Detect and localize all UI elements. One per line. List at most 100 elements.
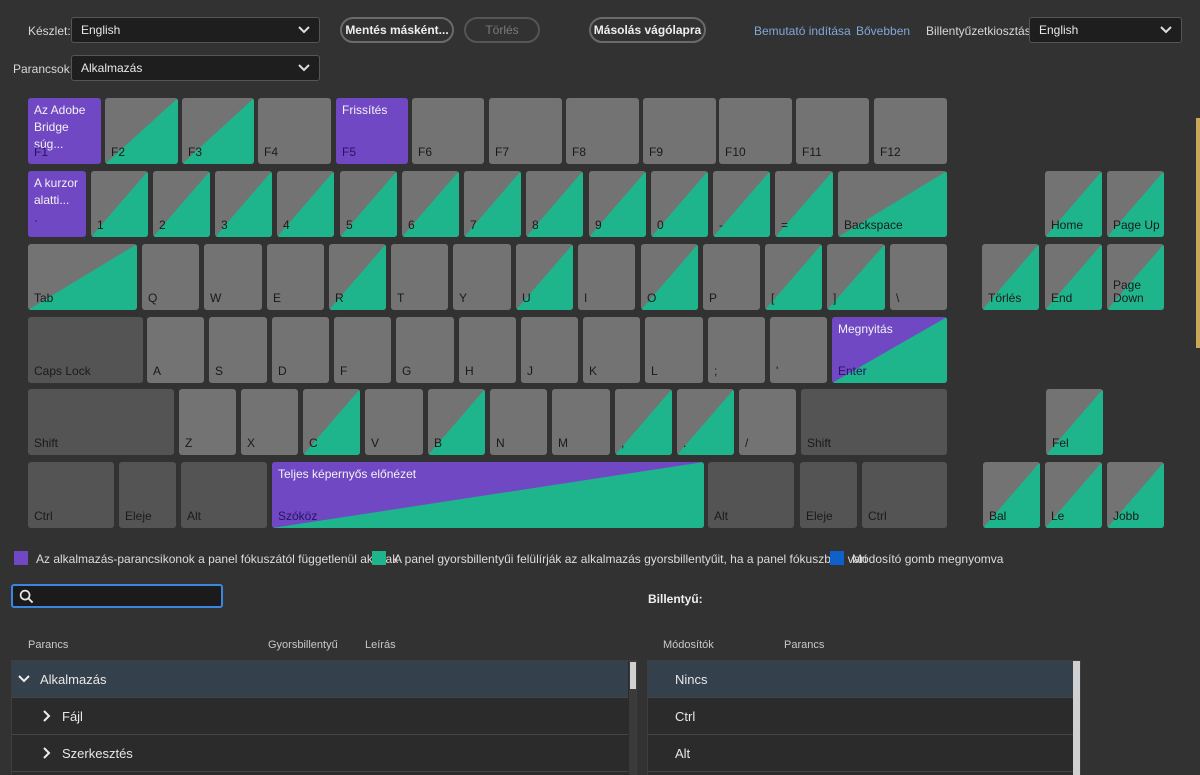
key-left[interactable]: Bal xyxy=(983,462,1040,528)
key-lwin[interactable]: Eleje xyxy=(119,462,176,528)
key-f8[interactable]: F8 xyxy=(566,98,639,164)
key-m[interactable]: M xyxy=(552,389,610,455)
key-k3[interactable]: 3 xyxy=(215,171,272,237)
chevron-down-icon[interactable] xyxy=(18,674,30,684)
copy-to-clipboard-button[interactable]: Másolás vágólapra xyxy=(589,17,706,43)
table-row[interactable]: Alkalmazás xyxy=(12,661,628,698)
table-row[interactable]: Alt xyxy=(648,735,1073,772)
key-j[interactable]: J xyxy=(521,317,578,383)
key-f6[interactable]: F6 xyxy=(412,98,484,164)
key-rshift[interactable]: Shift xyxy=(801,389,947,455)
save-as-button[interactable]: Mentés másként... xyxy=(340,17,454,43)
key-backtick[interactable]: A kurzor alatti... ` xyxy=(28,171,86,237)
key-k5[interactable]: 5 xyxy=(340,171,397,237)
key-b[interactable]: B xyxy=(428,389,485,455)
key-backslash[interactable]: \ xyxy=(890,244,947,310)
column-header-modifiers[interactable]: Módosítók xyxy=(663,639,714,651)
key-minus[interactable]: - xyxy=(713,171,770,237)
key-f10[interactable]: F10 xyxy=(719,98,792,164)
key-pagedown[interactable]: Page Down xyxy=(1107,244,1164,310)
scrollbar-thumb[interactable] xyxy=(630,662,636,689)
key-x[interactable]: X xyxy=(241,389,298,455)
key-lctrl[interactable]: Ctrl xyxy=(28,462,114,528)
key-space[interactable]: Teljes képernyős előnézet Szóköz xyxy=(272,462,704,528)
key-k2[interactable]: 2 xyxy=(153,171,210,237)
key-quote[interactable]: ' xyxy=(770,317,827,383)
scrollbar-thumb[interactable] xyxy=(1073,661,1080,775)
key-f5[interactable]: Frissítés F5 xyxy=(336,98,408,164)
column-header-shortcut[interactable]: Gyorsbillentyű xyxy=(268,639,338,651)
key-c[interactable]: C xyxy=(303,389,360,455)
key-f11[interactable]: F11 xyxy=(796,98,869,164)
key-capslock[interactable]: Caps Lock xyxy=(28,317,143,383)
key-up[interactable]: Fel xyxy=(1046,389,1103,455)
key-w[interactable]: W xyxy=(204,244,262,310)
key-v[interactable]: V xyxy=(365,389,423,455)
key-p[interactable]: P xyxy=(703,244,760,310)
key-f9[interactable]: F9 xyxy=(643,98,716,164)
key-delete[interactable]: Törlés xyxy=(982,244,1039,310)
key-f2[interactable]: F2 xyxy=(105,98,178,164)
key-right[interactable]: Jobb xyxy=(1107,462,1164,528)
key-tab[interactable]: Tab xyxy=(28,244,137,310)
delete-set-button[interactable]: Törlés xyxy=(464,17,540,43)
column-header-description[interactable]: Leírás xyxy=(365,639,396,651)
column-header-command-right[interactable]: Parancs xyxy=(784,639,824,651)
key-ralt[interactable]: Alt xyxy=(708,462,794,528)
chevron-right-icon[interactable] xyxy=(42,710,52,722)
key-i[interactable]: I xyxy=(578,244,635,310)
key-k4[interactable]: 4 xyxy=(277,171,334,237)
key-l[interactable]: L xyxy=(645,317,703,383)
key-f3[interactable]: F3 xyxy=(182,98,254,164)
key-f12[interactable]: F12 xyxy=(874,98,947,164)
key-end[interactable]: End xyxy=(1045,244,1102,310)
key-g[interactable]: G xyxy=(396,317,454,383)
start-tour-link[interactable]: Bemutató indítása xyxy=(754,24,851,38)
key-k9[interactable]: 9 xyxy=(589,171,646,237)
key-r[interactable]: R xyxy=(329,244,386,310)
key-z[interactable]: Z xyxy=(179,389,236,455)
key-y[interactable]: Y xyxy=(453,244,511,310)
key-n[interactable]: N xyxy=(490,389,547,455)
key-f7[interactable]: F7 xyxy=(489,98,562,164)
key-lalt[interactable]: Alt xyxy=(181,462,267,528)
key-f[interactable]: F xyxy=(334,317,391,383)
table-row[interactable]: Ctrl xyxy=(648,698,1073,735)
key-k0[interactable]: 0 xyxy=(651,171,708,237)
table-row[interactable]: Fájl xyxy=(12,698,628,735)
key-k6[interactable]: 6 xyxy=(402,171,459,237)
key-h[interactable]: H xyxy=(459,317,516,383)
key-rbracket[interactable]: ] xyxy=(827,244,885,310)
key-o[interactable]: O xyxy=(641,244,698,310)
key-rctrl[interactable]: Ctrl xyxy=(862,462,947,528)
key-f1[interactable]: Az Adobe Bridge súg... F1 xyxy=(28,98,101,164)
key-lshift[interactable]: Shift xyxy=(28,389,174,455)
keyboard-layout-select[interactable]: English xyxy=(1029,17,1182,43)
key-period[interactable]: . xyxy=(677,389,734,455)
key-t[interactable]: T xyxy=(391,244,448,310)
key-semicolon[interactable]: ; xyxy=(708,317,765,383)
set-select[interactable]: English xyxy=(71,17,320,43)
key-u[interactable]: U xyxy=(516,244,573,310)
key-down[interactable]: Le xyxy=(1045,462,1102,528)
key-f4[interactable]: F4 xyxy=(258,98,331,164)
key-rwin[interactable]: Eleje xyxy=(800,462,857,528)
key-slash[interactable]: / xyxy=(739,389,796,455)
key-e[interactable]: E xyxy=(267,244,324,310)
table-row[interactable]: Nincs xyxy=(648,661,1073,698)
key-home[interactable]: Home xyxy=(1045,171,1102,237)
chevron-right-icon[interactable] xyxy=(42,747,52,759)
key-enter[interactable]: Megnyitás Enter xyxy=(832,317,947,383)
column-header-command[interactable]: Parancs xyxy=(28,639,68,651)
key-pageup[interactable]: Page Up xyxy=(1107,171,1164,237)
key-k8[interactable]: 8 xyxy=(526,171,583,237)
key-s[interactable]: S xyxy=(209,317,267,383)
key-comma[interactable]: , xyxy=(615,389,672,455)
table-row[interactable]: Szerkesztés xyxy=(12,735,628,772)
command-search-input[interactable] xyxy=(11,584,223,608)
key-k7[interactable]: 7 xyxy=(464,171,521,237)
key-backspace[interactable]: Backspace xyxy=(838,171,947,237)
learn-more-link[interactable]: Bővebben xyxy=(856,24,910,38)
key-lbracket[interactable]: [ xyxy=(765,244,822,310)
commands-select[interactable]: Alkalmazás xyxy=(71,55,320,81)
